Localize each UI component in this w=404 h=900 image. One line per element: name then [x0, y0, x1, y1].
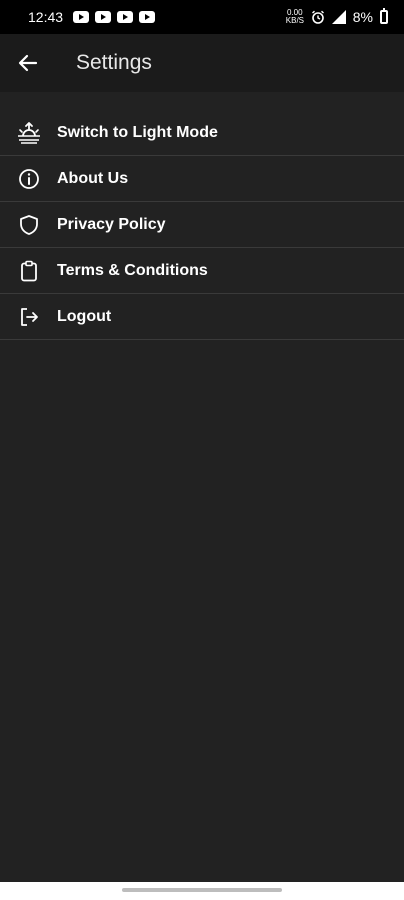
status-right: 0.00 KB/S 8%: [285, 8, 388, 25]
logout-icon: [0, 306, 57, 328]
setting-label: Switch to Light Mode: [57, 123, 218, 141]
status-bar: 12:43 0.00 KB/S 8%: [0, 0, 404, 34]
privacy-policy-item[interactable]: Privacy Policy: [0, 202, 404, 248]
sunrise-icon: [0, 121, 57, 144]
status-time: 12:43: [28, 9, 64, 25]
navigation-bar: [0, 882, 404, 900]
page-title: Settings: [76, 51, 152, 74]
setting-label: Logout: [57, 307, 112, 325]
settings-list: Switch to Light Mode About Us Privacy Po…: [0, 110, 404, 340]
youtube-icon: [95, 11, 112, 23]
setting-label: Terms & Conditions: [57, 261, 208, 279]
setting-label: Privacy Policy: [57, 215, 166, 233]
clipboard-icon: [0, 260, 57, 282]
status-left: 12:43: [28, 9, 156, 25]
youtube-icon: [117, 11, 134, 23]
network-speed: 0.00 KB/S: [285, 8, 304, 25]
alarm-icon: [311, 10, 324, 24]
setting-label: About Us: [57, 169, 129, 187]
terms-conditions-item[interactable]: Terms & Conditions: [0, 248, 404, 294]
settings-screen: 12:43 0.00 KB/S 8% Settings Switch to Li…: [0, 0, 404, 900]
logout-item[interactable]: Logout: [0, 294, 404, 340]
info-icon: [0, 168, 57, 190]
switch-light-mode-item[interactable]: Switch to Light Mode: [0, 110, 404, 156]
battery-percent: 8%: [352, 9, 373, 25]
youtube-icon: [139, 11, 156, 23]
app-bar: Settings: [0, 34, 404, 92]
battery-icon: [380, 8, 388, 24]
home-gesture-handle[interactable]: [122, 888, 282, 892]
arrow-left-icon: [18, 54, 38, 72]
youtube-icon: [73, 11, 90, 23]
about-us-item[interactable]: About Us: [0, 156, 404, 202]
shield-icon: [0, 214, 57, 236]
back-button[interactable]: [0, 34, 56, 92]
signal-icon: [331, 10, 346, 24]
